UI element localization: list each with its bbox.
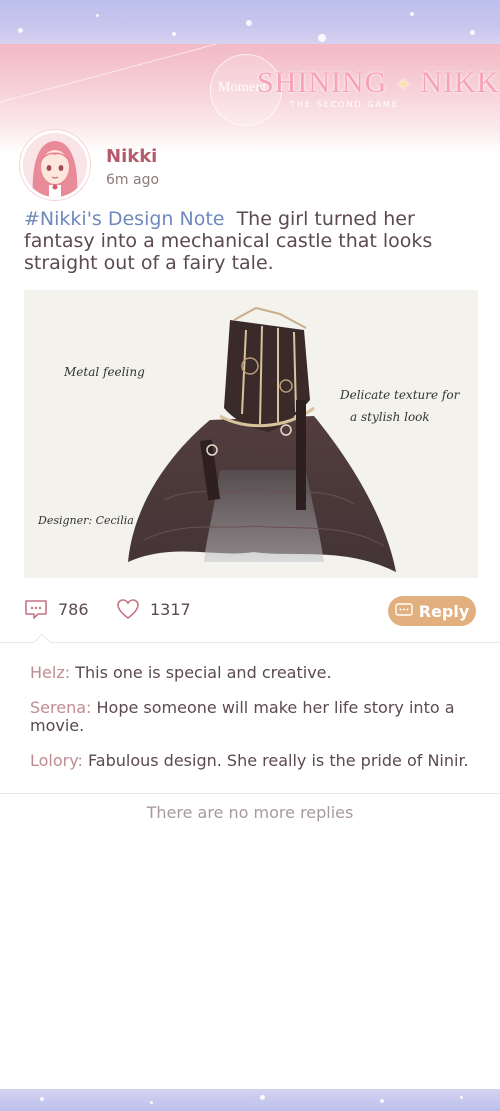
reply-label: Reply — [418, 601, 470, 621]
comment-icon — [25, 600, 47, 619]
heart-icon — [117, 599, 139, 620]
comment-separator: : — [64, 663, 71, 682]
post-body: #Nikki's Design Note The girl turned her… — [24, 208, 480, 274]
comment-list: Helz: This one is special and creative. … — [30, 664, 480, 787]
annotation-delicate-texture: Delicate texture for — [339, 388, 461, 402]
avatar[interactable] — [20, 130, 90, 200]
logo-star-icon: ✦ — [395, 74, 412, 95]
top-decorative-strip — [0, 0, 500, 44]
comment-text: Hope someone will make her life story in… — [30, 698, 455, 735]
comment-item[interactable]: Lolory: Fabulous design. She really is t… — [30, 752, 480, 770]
logo-title-1: SHINING — [257, 66, 388, 99]
post-timestamp: 6m ago — [106, 172, 160, 188]
like-action[interactable]: 1317 — [116, 598, 191, 620]
avatar-portrait-icon — [23, 133, 87, 197]
comment-text: This one is special and creative. — [75, 663, 332, 682]
like-count: 1317 — [150, 599, 191, 619]
post-hashtag[interactable]: #Nikki's Design Note — [24, 208, 224, 230]
comment-author[interactable]: Lolory — [30, 751, 78, 770]
comments-divider — [0, 633, 500, 651]
comment-item[interactable]: Serena: Hope someone will make her life … — [30, 699, 480, 735]
comment-author[interactable]: Helz — [30, 663, 65, 682]
list-end-divider — [0, 793, 500, 794]
comment-count: 786 — [58, 599, 89, 619]
design-sketch-image[interactable]: Metal feeling Delicate texture for a sty… — [24, 290, 478, 578]
game-logo: SHINING ✦ NIKKI — [257, 66, 500, 100]
annotation-stylish-look: a stylish look — [350, 410, 430, 424]
comment-author[interactable]: Serena — [30, 698, 86, 717]
logo-title-2: NIKKI — [420, 66, 500, 99]
comment-text: Fabulous design. She really is the pride… — [88, 751, 469, 770]
dress-sketch-illustration: Metal feeling Delicate texture for a sty… — [37, 306, 461, 572]
annotation-metal-feeling: Metal feeling — [63, 365, 145, 379]
post-username[interactable]: Nikki — [106, 146, 157, 167]
no-more-replies-text: There are no more replies — [146, 803, 354, 822]
reply-button[interactable]: Reply — [388, 596, 476, 626]
reply-icon — [395, 603, 413, 616]
comment-action[interactable]: 786 — [24, 598, 89, 620]
bottom-decorative-strip — [0, 1089, 500, 1111]
post-header: Nikki 6m ago — [20, 130, 480, 204]
comment-separator: : — [77, 751, 83, 770]
logo-subtitle: THE SECOND GAME — [290, 100, 399, 109]
comment-separator: : — [86, 698, 92, 717]
annotation-designer: Designer: Cecilia — [37, 514, 134, 527]
post-actions: 786 1317 Reply — [0, 592, 500, 632]
comment-item[interactable]: Helz: This one is special and creative. — [30, 664, 480, 682]
divider-notch — [33, 633, 51, 651]
